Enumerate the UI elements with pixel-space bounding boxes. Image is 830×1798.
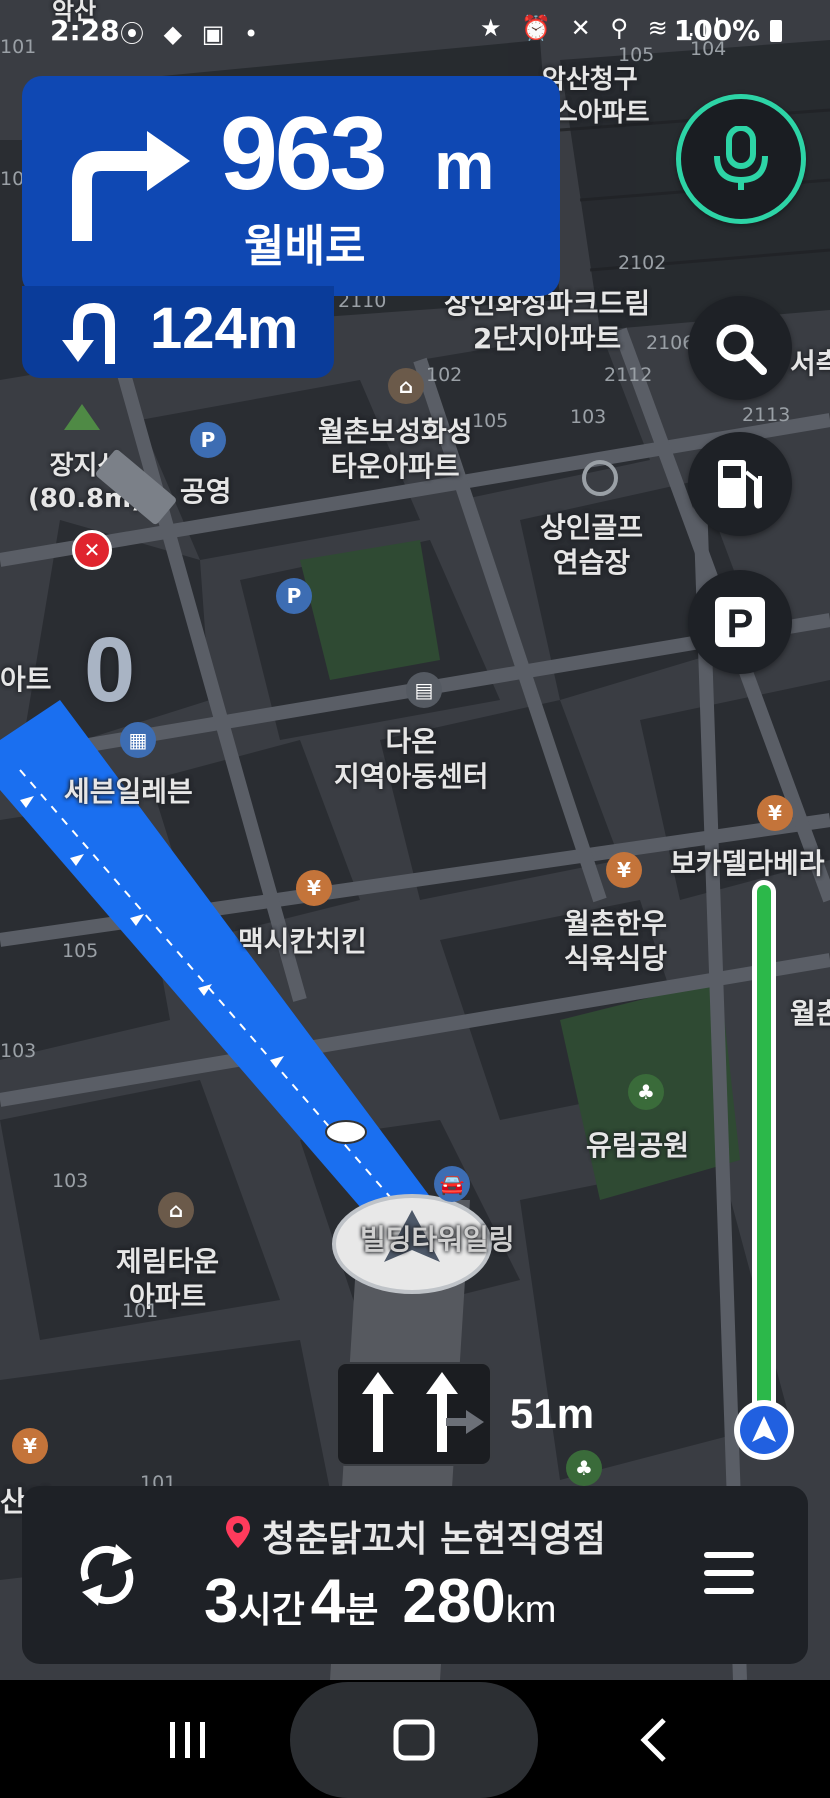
map-label-center[interactable]: 다온 지역아동센터 bbox=[334, 724, 489, 794]
park-poi-icon[interactable]: ♣ bbox=[628, 1074, 664, 1110]
eta-minutes: 4 bbox=[310, 1567, 346, 1636]
turn-distance: 963 bbox=[220, 96, 388, 212]
remaining-distance-unit: km bbox=[505, 1589, 557, 1631]
building-number: 103 bbox=[0, 1040, 37, 1062]
map-label-apartment[interactable]: 월촌보성화성 타운아파트 bbox=[318, 414, 473, 484]
mountain-icon bbox=[64, 404, 100, 430]
menu-icon[interactable] bbox=[702, 1548, 756, 1598]
eta-summary: 3시간4분 280km bbox=[204, 1566, 556, 1637]
location-pin-icon bbox=[226, 1516, 250, 1548]
system-navigation-bar bbox=[0, 1680, 830, 1798]
restaurant-poi-icon[interactable]: ¥ bbox=[12, 1428, 48, 1464]
map-label-parking[interactable]: 공영 bbox=[180, 474, 232, 509]
lane-straight-icon bbox=[362, 1372, 484, 1452]
parking-poi-icon[interactable]: P bbox=[276, 578, 312, 614]
building-number: 103 bbox=[52, 1170, 89, 1192]
restaurant-poi-icon[interactable]: ¥ bbox=[757, 795, 793, 831]
apartment-poi-icon[interactable]: ⌂ bbox=[388, 368, 424, 404]
map-label-restaurant[interactable]: 월촌한우 식육식당 bbox=[564, 906, 667, 976]
home-button[interactable] bbox=[290, 1682, 538, 1798]
route-progress-bar bbox=[752, 880, 776, 1420]
microphone-icon bbox=[714, 126, 768, 190]
destination-name: 청춘닭꼬치 논현직영점 bbox=[262, 1519, 606, 1560]
back-icon[interactable] bbox=[634, 1716, 674, 1764]
route-progress-fill bbox=[757, 885, 771, 1415]
map-label-edge: 월촌 bbox=[790, 997, 830, 1030]
turn-road-name: 월배로 bbox=[244, 221, 366, 272]
alert-poi-icon[interactable]: ✕ bbox=[72, 530, 112, 570]
voice-button[interactable] bbox=[676, 94, 806, 224]
search-icon bbox=[716, 324, 767, 375]
building-number: 103 bbox=[570, 406, 607, 428]
golf-poi-icon[interactable] bbox=[582, 460, 618, 496]
map-label-restaurant[interactable]: 보카델라베라 bbox=[670, 846, 825, 881]
map-label-edge: 서측 bbox=[790, 347, 830, 380]
car-poi-icon[interactable]: 🚘 bbox=[434, 1166, 470, 1202]
building-number: 2102 bbox=[618, 252, 667, 274]
map-label-edge: 아트 bbox=[0, 663, 52, 696]
turn-distance-unit: m bbox=[434, 128, 495, 204]
remaining-distance: 280 bbox=[402, 1567, 506, 1636]
map-label-park[interactable]: 유림공원 bbox=[586, 1128, 689, 1163]
park-poi-icon[interactable]: ♣ bbox=[566, 1450, 602, 1486]
fuel-button[interactable] bbox=[688, 432, 792, 536]
map-label-golf[interactable]: 상인골프 연습장 bbox=[540, 510, 643, 580]
trip-summary-panel[interactable]: 청춘닭꼬치 논현직영점 3시간4분 280km bbox=[22, 1486, 808, 1664]
next-turn-card[interactable]: 124m bbox=[22, 286, 334, 378]
apartment-poi-icon[interactable]: ⌂ bbox=[158, 1192, 194, 1228]
store-poi-icon[interactable]: ▦ bbox=[120, 722, 156, 758]
notification-icons: ⦿ ◆ ▣ • bbox=[120, 20, 265, 48]
restaurant-poi-icon[interactable]: ¥ bbox=[296, 870, 332, 906]
eta-minutes-unit: 분 bbox=[345, 1589, 379, 1630]
next-turn-distance: 124m bbox=[150, 296, 299, 361]
building-number: 2112 bbox=[604, 364, 653, 386]
battery-percent: 100% bbox=[673, 14, 761, 47]
svg-text:P: P bbox=[727, 602, 754, 646]
parking-poi-icon[interactable]: P bbox=[190, 422, 226, 458]
building-number: 105 bbox=[472, 410, 509, 432]
building-number: 101 bbox=[122, 1300, 159, 1322]
lane-distance: 51m bbox=[510, 1390, 595, 1437]
turn-guidance-card[interactable]: 963 m 월배로 bbox=[22, 76, 560, 296]
battery-icon bbox=[770, 20, 782, 42]
eta-hours-unit: 시간 bbox=[238, 1589, 305, 1630]
status-bar: 2:28 ⦿ ◆ ▣ • ★ ⏰ ✕ ⚲ ≋ .ıl 100% bbox=[0, 0, 830, 70]
u-turn-icon bbox=[62, 302, 115, 364]
status-time: 2:28 bbox=[50, 14, 120, 47]
map-label-apartment[interactable]: 상인화성파크드림 2단지아파트 bbox=[444, 286, 650, 356]
fuel-icon bbox=[718, 460, 762, 509]
building-poi-icon[interactable]: ▤ bbox=[406, 672, 442, 708]
parking-icon: P bbox=[715, 597, 765, 647]
building-number: 105 bbox=[62, 940, 99, 962]
navigation-arrow-icon bbox=[740, 1406, 788, 1454]
eta-hours: 3 bbox=[204, 1567, 239, 1636]
lane-guidance bbox=[336, 1362, 492, 1466]
building-number: 102 bbox=[426, 364, 463, 386]
current-position-marker bbox=[734, 1400, 794, 1460]
home-icon bbox=[393, 1719, 435, 1761]
search-button[interactable] bbox=[688, 296, 792, 400]
battery-indicator: 100% bbox=[674, 14, 782, 47]
building-number: 2113 bbox=[742, 404, 791, 426]
restaurant-poi-icon[interactable]: ¥ bbox=[606, 852, 642, 888]
map-label-restaurant[interactable]: 맥시칸치킨 bbox=[238, 924, 367, 959]
turn-right-icon bbox=[72, 131, 190, 241]
map-label-building[interactable]: 빌딩타워일링 bbox=[360, 1222, 515, 1257]
parking-button[interactable]: P bbox=[688, 570, 792, 674]
speed-indicator: 0 bbox=[84, 619, 136, 721]
recent-apps-icon[interactable] bbox=[166, 1718, 210, 1762]
reroute-icon[interactable] bbox=[72, 1540, 142, 1610]
map-label-store[interactable]: 세븐일레븐 bbox=[64, 774, 193, 809]
